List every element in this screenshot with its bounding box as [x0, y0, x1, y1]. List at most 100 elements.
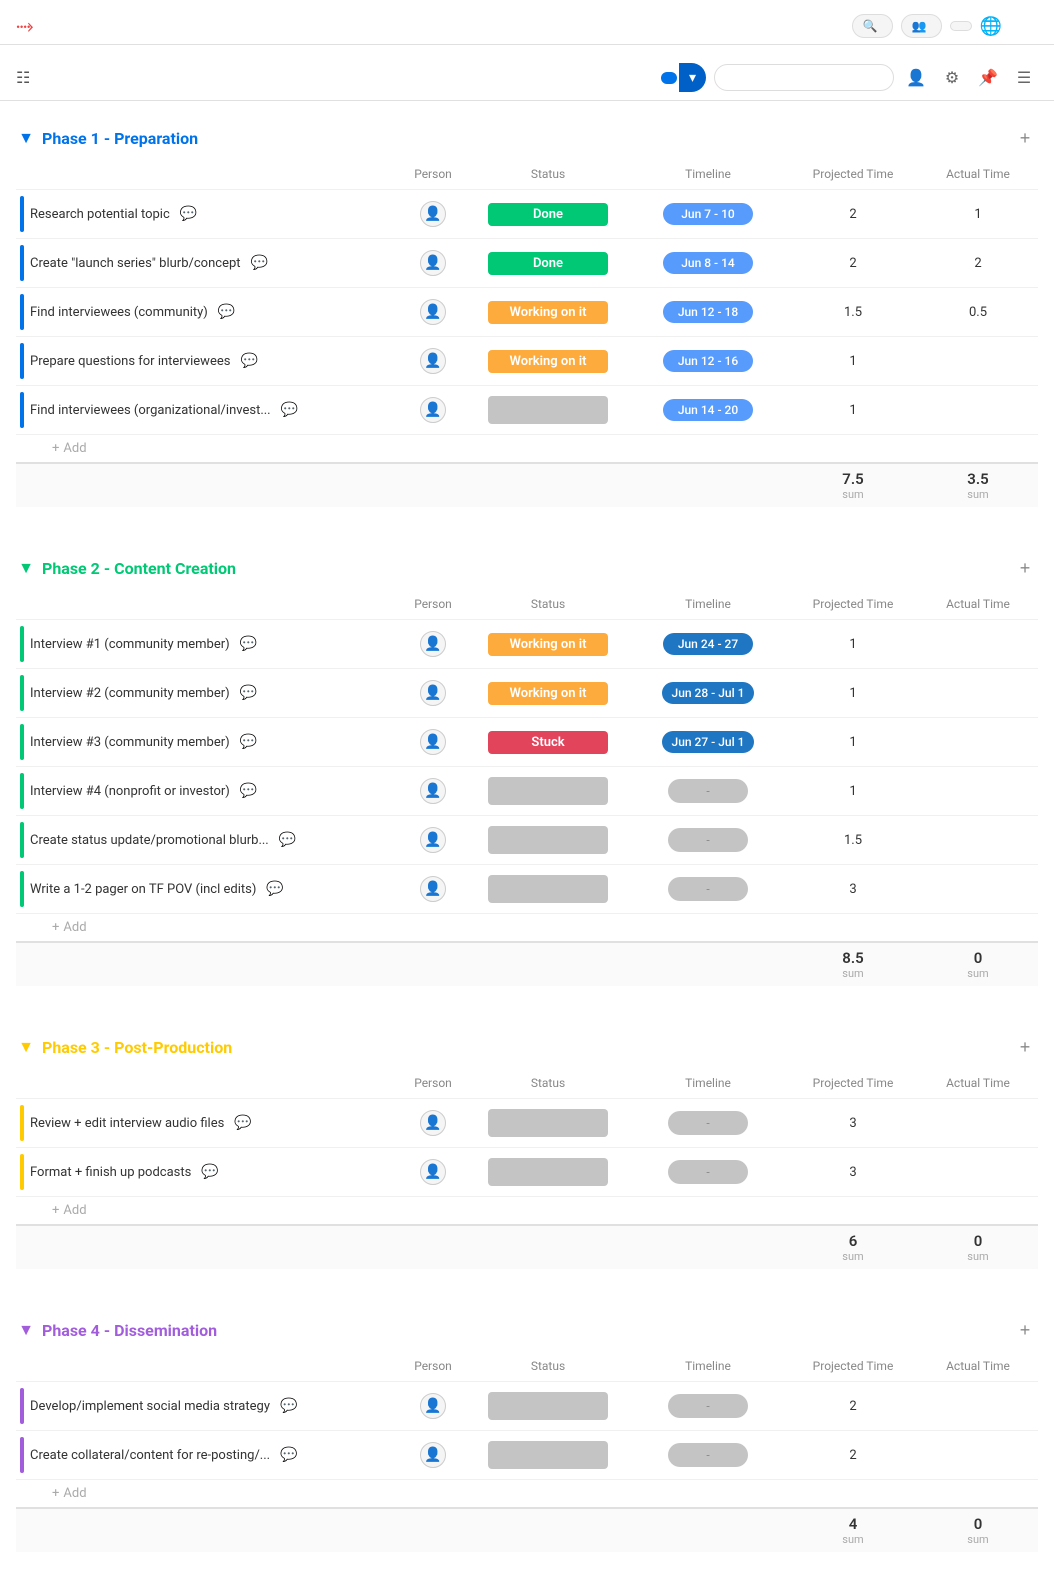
filter-icon[interactable]: ☰	[1010, 64, 1038, 92]
add-row-3[interactable]: +Add	[16, 1197, 1038, 1224]
task-cell: Interview #4 (nonprofit or investor) 💬	[16, 767, 398, 815]
task-cell: Research potential topic 💬	[16, 190, 398, 238]
avatar[interactable]: 👤	[420, 778, 446, 804]
task-cell: Create collateral/content for re-posting…	[16, 1431, 398, 1479]
status-badge: Working on it	[488, 633, 608, 656]
status-cell[interactable]	[468, 875, 628, 903]
comment-icon[interactable]: 💬	[279, 832, 296, 848]
comment-icon[interactable]: 💬	[266, 881, 283, 897]
avatar[interactable]: 👤	[420, 1110, 446, 1136]
main-table-button[interactable]	[36, 74, 58, 82]
settings-icon[interactable]: ⚙	[938, 64, 966, 92]
phase-toggle-3[interactable]: ▼	[16, 1037, 36, 1057]
person-cell: 👤	[398, 250, 468, 276]
share-badge[interactable]: 👥	[901, 14, 942, 38]
task-name: Interview #3 (community member)	[30, 735, 230, 750]
user-icon[interactable]: 👤	[902, 64, 930, 92]
avatar[interactable]: 👤	[420, 1442, 446, 1468]
phase-toggle-4[interactable]: ▼	[16, 1320, 36, 1340]
status-cell[interactable]	[468, 1109, 628, 1137]
avatar[interactable]: 👤	[420, 876, 446, 902]
task-cell: Find interviewees (community) 💬	[16, 288, 398, 336]
add-row-4[interactable]: +Add	[16, 1480, 1038, 1507]
add-row-2[interactable]: +Add	[16, 914, 1038, 941]
col-actual-2: Actual Time	[918, 593, 1038, 615]
more-icon[interactable]	[1010, 12, 1038, 40]
status-cell[interactable]: Working on it	[468, 301, 628, 324]
avatar[interactable]: 👤	[420, 729, 446, 755]
comment-icon[interactable]: 💬	[280, 1398, 297, 1414]
guests-badge[interactable]	[950, 21, 972, 31]
timeline-cell: -	[628, 877, 788, 901]
status-cell[interactable]	[468, 1441, 628, 1469]
pin-icon[interactable]: 📌	[974, 64, 1002, 92]
avatar[interactable]: 👤	[420, 397, 446, 423]
phase-toggle-1[interactable]: ▼	[16, 128, 36, 148]
comment-icon[interactable]: 💬	[180, 206, 197, 222]
sum-empty-3	[468, 1509, 628, 1552]
phase-toggle-2[interactable]: ▼	[16, 558, 36, 578]
phase-add-btn-2[interactable]: +	[1012, 555, 1038, 581]
phase-add-btn-3[interactable]: +	[1012, 1034, 1038, 1060]
status-cell[interactable]: Working on it	[468, 350, 628, 373]
comment-icon[interactable]: 💬	[218, 304, 235, 320]
sum-projected: 4 sum	[788, 1509, 918, 1552]
search-input[interactable]	[714, 64, 894, 91]
sum-empty-4	[628, 464, 788, 507]
status-cell[interactable]: Done	[468, 252, 628, 275]
comment-icon[interactable]: 💬	[281, 402, 298, 418]
status-cell[interactable]	[468, 826, 628, 854]
status-cell[interactable]	[468, 396, 628, 424]
add-icon: +	[52, 920, 59, 935]
phase-bar	[20, 626, 24, 662]
timeline-cell: -	[628, 1443, 788, 1467]
task-cell: Interview #1 (community member) 💬	[16, 620, 398, 668]
projected-cell: 1	[788, 403, 918, 418]
avatar[interactable]: 👤	[420, 680, 446, 706]
status-cell[interactable]	[468, 777, 628, 805]
comment-icon[interactable]: 💬	[240, 636, 257, 652]
status-cell[interactable]: Working on it	[468, 633, 628, 656]
globe-icon[interactable]: 🌐	[980, 16, 1002, 37]
comment-icon[interactable]: 💬	[240, 783, 257, 799]
status-cell[interactable]	[468, 1392, 628, 1420]
status-cell[interactable]	[468, 1158, 628, 1186]
person-cell: 👤	[398, 876, 468, 902]
avatar[interactable]: 👤	[420, 631, 446, 657]
status-cell[interactable]: Done	[468, 203, 628, 226]
avatar[interactable]: 👤	[420, 1159, 446, 1185]
avatar[interactable]: 👤	[420, 348, 446, 374]
comment-icon[interactable]: 💬	[234, 1115, 251, 1131]
task-cell: Interview #2 (community member) 💬	[16, 669, 398, 717]
status-cell[interactable]: Working on it	[468, 682, 628, 705]
task-name: Develop/implement social media strategy	[30, 1399, 270, 1414]
phase-add-btn-4[interactable]: +	[1012, 1317, 1038, 1343]
actual-cell: 1	[918, 207, 1038, 222]
comment-icon[interactable]: 💬	[201, 1164, 218, 1180]
person-cell: 👤	[398, 1393, 468, 1419]
comment-icon[interactable]: 💬	[240, 685, 257, 701]
status-cell[interactable]: Stuck	[468, 731, 628, 754]
phase-section-1: ▼ Phase 1 - Preparation + Person Status …	[0, 117, 1054, 531]
comment-icon[interactable]: 💬	[240, 353, 257, 369]
phase-add-btn-1[interactable]: +	[1012, 125, 1038, 151]
new-item-arrow-button[interactable]: ▾	[679, 63, 706, 92]
timeline-cell: -	[628, 828, 788, 852]
add-row-1[interactable]: +Add	[16, 435, 1038, 462]
comment-icon[interactable]: 💬	[251, 255, 268, 271]
person-cell: 👤	[398, 729, 468, 755]
sum-empty-2	[398, 943, 468, 986]
avatar[interactable]: 👤	[420, 827, 446, 853]
table-wrapper-1: Person Status Timeline Projected Time Ac…	[0, 159, 1054, 507]
comment-icon[interactable]: 💬	[240, 734, 257, 750]
search-badge[interactable]: 🔍	[852, 14, 893, 38]
phase-section-3: ▼ Phase 3 - Post-Production + Person Sta…	[0, 1026, 1054, 1293]
comment-icon[interactable]: 💬	[280, 1447, 297, 1463]
avatar[interactable]: 👤	[420, 299, 446, 325]
new-item-button[interactable]	[661, 72, 677, 84]
avatar[interactable]: 👤	[420, 250, 446, 276]
avatar[interactable]: 👤	[420, 1393, 446, 1419]
timeline-badge: -	[668, 1160, 748, 1184]
avatar[interactable]: 👤	[420, 201, 446, 227]
table-row: Develop/implement social media strategy …	[16, 1382, 1038, 1431]
